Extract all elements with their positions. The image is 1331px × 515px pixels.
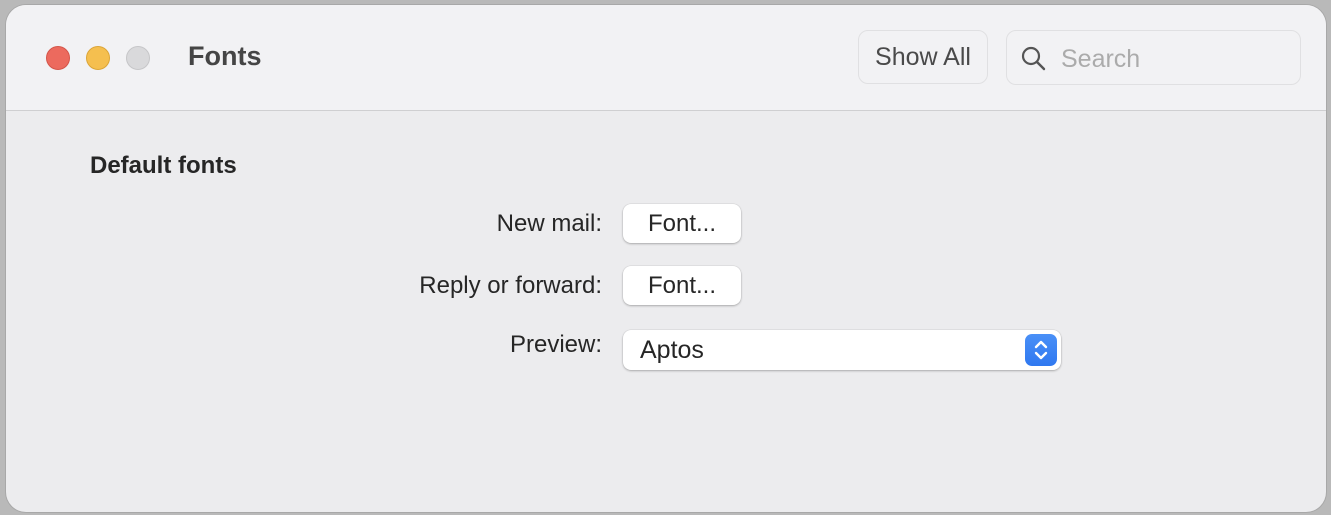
minimize-button[interactable] (86, 46, 110, 70)
title-bar: Fonts Show All (6, 5, 1326, 111)
reply-forward-font-button[interactable]: Font... (623, 266, 741, 305)
preferences-window: Fonts Show All Default fonts New mail: F… (6, 5, 1326, 512)
preview-font-value: Aptos (640, 336, 704, 364)
close-button[interactable] (46, 46, 70, 70)
preview-label: Preview: (509, 331, 602, 358)
show-all-button[interactable]: Show All (858, 30, 988, 84)
zoom-button[interactable] (126, 46, 150, 70)
search-field[interactable] (1006, 30, 1301, 85)
new-mail-label: New mail: (496, 210, 602, 237)
window-title: Fonts (188, 41, 262, 71)
reply-forward-label: Reply or forward: (419, 272, 602, 299)
search-input[interactable] (1059, 39, 1293, 79)
search-icon (1021, 46, 1046, 71)
section-title: Default fonts (90, 152, 237, 179)
preview-font-select[interactable]: Aptos (623, 330, 1061, 370)
new-mail-font-button[interactable]: Font... (623, 204, 741, 243)
chevron-up-down-icon[interactable] (1025, 334, 1057, 366)
